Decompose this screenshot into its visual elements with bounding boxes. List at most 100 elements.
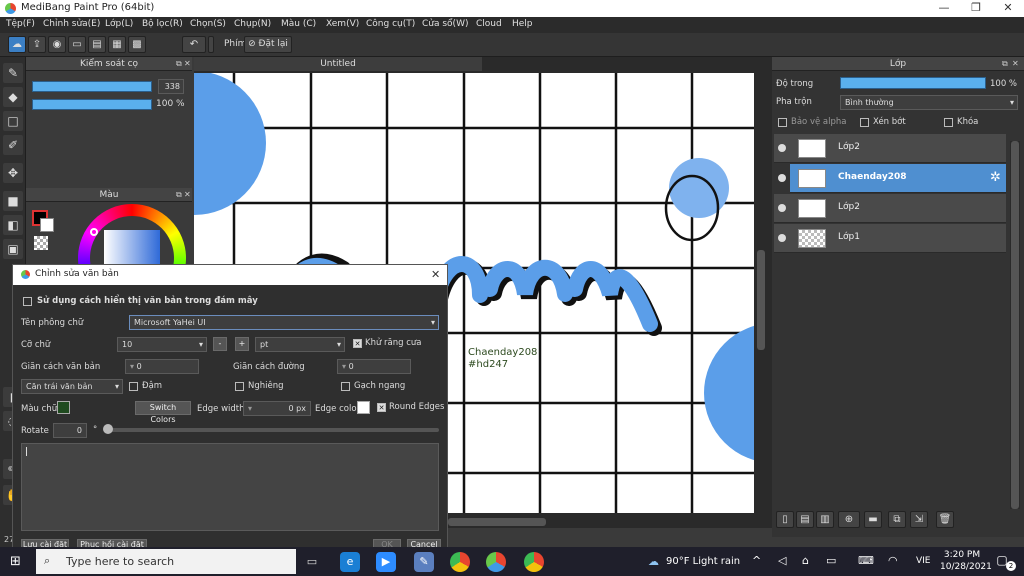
color-close-icon[interactable]: ✕ <box>184 190 191 199</box>
menu-tools[interactable]: Công cụ(T) <box>366 19 415 29</box>
display-icon[interactable]: ▭ <box>826 554 836 567</box>
menu-capture[interactable]: Chụp(N) <box>234 19 271 29</box>
rotate-slider[interactable] <box>105 428 439 432</box>
color-wheel-cursor[interactable] <box>90 228 98 236</box>
lock-checkbox[interactable] <box>944 118 953 127</box>
visibility-icon[interactable] <box>778 174 786 182</box>
switch-colors-button[interactable]: Switch Colors <box>135 401 191 424</box>
minimize-button[interactable]: — <box>928 0 960 17</box>
font-select[interactable]: Microsoft YaHei UI ▾ <box>129 315 439 330</box>
layer-row[interactable]: Lớp2 <box>774 194 1006 223</box>
weather-text[interactable]: 90°F Light rain <box>666 556 740 567</box>
protect-alpha-checkbox[interactable] <box>778 118 787 127</box>
speaker-icon[interactable]: ◁ <box>778 554 786 567</box>
settings-gear-icon[interactable]: ✲ <box>990 170 1001 185</box>
bucket-tool-icon[interactable]: ◧ <box>3 215 23 235</box>
canvas-vscroll-thumb[interactable] <box>757 250 765 350</box>
menu-layer[interactable]: Lớp(L) <box>105 19 133 29</box>
layer-row-selected[interactable]: Chaenday208 ✲ <box>790 164 1006 193</box>
brush-opacity-slider[interactable] <box>32 99 152 110</box>
blend-select[interactable]: Bình thường ▾ <box>840 95 1018 110</box>
transparent-swatch[interactable] <box>34 236 48 250</box>
layer-row[interactable]: Lớp1 <box>774 224 1006 253</box>
layer-close-icon[interactable]: ✕ <box>1012 59 1019 68</box>
layer-popout-icon[interactable]: ⧉ <box>1002 59 1008 69</box>
dialog-close-icon[interactable]: ✕ <box>431 268 440 281</box>
canvas-hscroll[interactable] <box>448 516 772 528</box>
toolbar-handle[interactable] <box>208 36 214 53</box>
brush-tool-icon[interactable]: ✎ <box>3 63 23 83</box>
grid-icon[interactable]: ▦ <box>108 36 126 53</box>
language-indicator[interactable]: VIE <box>916 556 931 566</box>
layer-opacity-slider[interactable] <box>840 77 986 89</box>
rotate-input[interactable]: 0 <box>53 423 87 438</box>
round-edges-checkbox[interactable]: ✕ <box>377 403 386 412</box>
color-square[interactable] <box>104 230 160 264</box>
cloud-icon[interactable]: ☁ <box>8 36 26 53</box>
pen-tool-icon[interactable]: ✐ <box>3 135 23 155</box>
canvas-hscroll-thumb[interactable] <box>448 518 546 526</box>
paint-app-icon[interactable]: ✎ <box>414 552 434 572</box>
edge-color-swatch[interactable] <box>357 401 370 414</box>
layer-page-icon[interactable]: ▥ <box>816 511 834 528</box>
chevron-up-icon[interactable]: ^ <box>752 554 761 567</box>
canvas-vscroll[interactable] <box>756 75 766 505</box>
line-spacing-input[interactable]: ▾ 0 <box>337 359 411 374</box>
share-icon[interactable]: ⇪ <box>28 36 46 53</box>
antialias-checkbox[interactable]: ✕ <box>353 339 362 348</box>
clock[interactable]: 3:20 PM 10/28/2021 <box>940 549 992 573</box>
medibang-taskbar-icon[interactable] <box>486 552 506 572</box>
rect-tool-icon[interactable]: □ <box>3 111 23 131</box>
visibility-icon[interactable] <box>778 144 786 152</box>
size-plus-button[interactable]: + <box>235 337 249 351</box>
canvas-text-block[interactable]: Chaenday208 #hd247 <box>468 347 538 371</box>
clipping-checkbox[interactable] <box>860 118 869 127</box>
taskbar-search[interactable]: ⌕ Type here to search <box>36 549 296 574</box>
rotate-slider-handle[interactable] <box>103 424 113 434</box>
keyboard-icon[interactable]: ⌨ <box>858 554 874 567</box>
move-tool-icon[interactable]: ✥ <box>3 163 23 183</box>
chrome-icon-2[interactable] <box>524 552 544 572</box>
text-input-area[interactable] <box>21 443 439 531</box>
new-layer-icon[interactable]: ▯ <box>776 511 794 528</box>
chrome-icon[interactable] <box>450 552 470 572</box>
menu-filter[interactable]: Bộ lọc(R) <box>142 19 183 29</box>
edge-browser-icon[interactable]: e <box>340 552 360 572</box>
menu-view[interactable]: Xem(V) <box>326 19 359 29</box>
tiles-icon[interactable]: ▩ <box>128 36 146 53</box>
zoom-app-icon[interactable]: ▶ <box>376 552 396 572</box>
trash-icon[interactable]: 🗑 <box>936 511 954 528</box>
undo-icon[interactable]: ↶ <box>182 36 206 53</box>
add-layer-dropdown-icon[interactable]: ⊕ <box>838 511 860 528</box>
task-view-icon[interactable]: ▭ <box>302 552 322 572</box>
brush-size-slider[interactable] <box>32 81 152 92</box>
reset-button[interactable]: ⊘ Đặt lại <box>244 36 292 53</box>
network-icon[interactable]: ⌂ <box>802 554 809 567</box>
menu-edit[interactable]: Chỉnh sửa(E) <box>43 19 100 29</box>
windows-start-icon[interactable]: ⊞ <box>10 555 24 569</box>
color-popout-icon[interactable]: ⧉ <box>176 190 182 200</box>
menu-color[interactable]: Màu (C) <box>281 19 316 29</box>
document-icon[interactable]: ▤ <box>88 36 106 53</box>
brush-size-value[interactable]: 338 <box>158 79 184 94</box>
menu-help[interactable]: Help <box>512 19 533 29</box>
visibility-icon[interactable] <box>778 234 786 242</box>
background-color-swatch[interactable] <box>40 218 54 232</box>
copy-layer-icon[interactable]: ⧉ <box>888 511 906 528</box>
menu-select[interactable]: Chọn(S) <box>190 19 226 29</box>
menu-window[interactable]: Cửa sổ(W) <box>422 19 468 29</box>
size-select[interactable]: 10 ▾ <box>117 337 207 352</box>
bold-checkbox[interactable] <box>129 382 138 391</box>
message-icon[interactable]: ▭ <box>68 36 86 53</box>
gradient-tool-icon[interactable]: ▣ <box>3 239 23 259</box>
panel-close-icon[interactable]: ✕ <box>184 59 191 68</box>
comment-icon[interactable]: ◉ <box>48 36 66 53</box>
menu-cloud[interactable]: Cloud <box>476 19 502 29</box>
panel-popout-icon[interactable]: ⧉ <box>176 59 182 69</box>
layer-row[interactable]: Lớp2 <box>774 134 1006 163</box>
size-minus-button[interactable]: - <box>213 337 227 351</box>
canvas-tab[interactable]: Untitled <box>194 57 482 71</box>
visibility-icon[interactable] <box>778 204 786 212</box>
cloud-text-checkbox[interactable] <box>23 297 32 306</box>
folder-icon[interactable]: ▬ <box>864 511 882 528</box>
